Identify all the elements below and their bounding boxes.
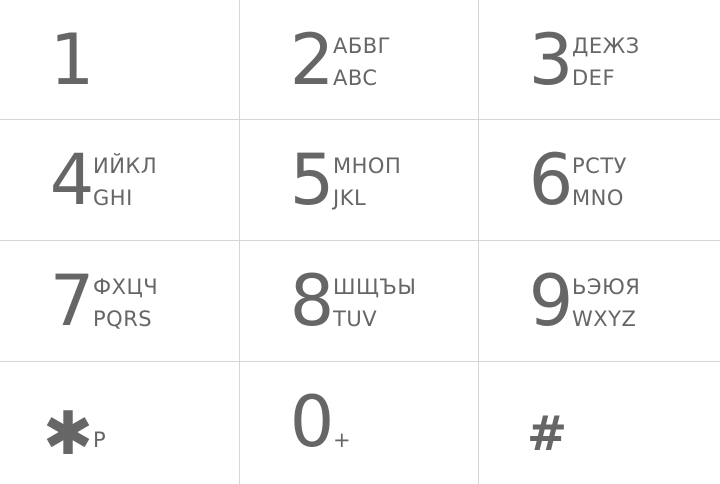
key-digit: 2 xyxy=(289,19,335,101)
key-digit: 8 xyxy=(289,260,335,342)
key-3[interactable]: 3 ДЕЖЗ DEF xyxy=(479,0,720,120)
key-digit: 1 xyxy=(49,19,95,101)
key-sub-label: + xyxy=(333,428,351,452)
key-digit: 9 xyxy=(528,260,574,342)
key-digit: 7 xyxy=(49,260,95,342)
key-digit: 6 xyxy=(528,139,574,221)
key-digit: 0 xyxy=(289,381,335,463)
key-cyrillic-letters: ДЕЖЗ xyxy=(572,34,640,58)
key-digit: 3 xyxy=(528,19,574,101)
key-digit: 5 xyxy=(289,139,335,221)
key-latin-letters: JKL xyxy=(333,186,367,210)
key-cyrillic-letters: ЬЭЮЯ xyxy=(572,275,641,299)
key-digit: 4 xyxy=(49,139,95,221)
key-cyrillic-letters: ШЩЪЫ xyxy=(333,275,417,299)
key-latin-letters: DEF xyxy=(572,66,616,90)
key-latin-letters: TUV xyxy=(333,307,378,331)
key-latin-letters: PQRS xyxy=(93,307,153,331)
key-0[interactable]: 0 + xyxy=(240,362,479,484)
key-2[interactable]: 2 АБВГ ABC xyxy=(240,0,479,120)
key-4[interactable]: 4 ИЙКЛ GHI xyxy=(0,120,240,241)
key-9[interactable]: 9 ЬЭЮЯ WXYZ xyxy=(479,241,720,362)
key-cyrillic-letters: ИЙКЛ xyxy=(93,154,158,178)
key-star[interactable]: ✱ P xyxy=(0,362,240,484)
key-cyrillic-letters: АБВГ xyxy=(333,34,391,58)
key-latin-letters: ABC xyxy=(333,66,378,90)
key-5[interactable]: 5 МНОП JKL xyxy=(240,120,479,241)
key-8[interactable]: 8 ШЩЪЫ TUV xyxy=(240,241,479,362)
key-sub-label: P xyxy=(93,428,106,452)
key-cyrillic-letters: ФХЦЧ xyxy=(93,275,159,299)
key-latin-letters: WXYZ xyxy=(572,307,637,331)
key-1[interactable]: 1 xyxy=(0,0,240,120)
dialpad: 1 2 АБВГ ABC 3 ДЕЖЗ DEF 4 ИЙКЛ GHI 5 МНО… xyxy=(0,0,720,484)
key-hash[interactable]: # xyxy=(479,362,720,484)
key-cyrillic-letters: РСТУ xyxy=(572,154,627,178)
key-7[interactable]: 7 ФХЦЧ PQRS xyxy=(0,241,240,362)
key-cyrillic-letters: МНОП xyxy=(333,154,402,178)
key-latin-letters: GHI xyxy=(93,186,133,210)
key-latin-letters: MNO xyxy=(572,186,624,210)
hash-icon: # xyxy=(526,406,568,462)
key-6[interactable]: 6 РСТУ MNO xyxy=(479,120,720,241)
asterisk-icon: ✱ xyxy=(42,399,94,469)
